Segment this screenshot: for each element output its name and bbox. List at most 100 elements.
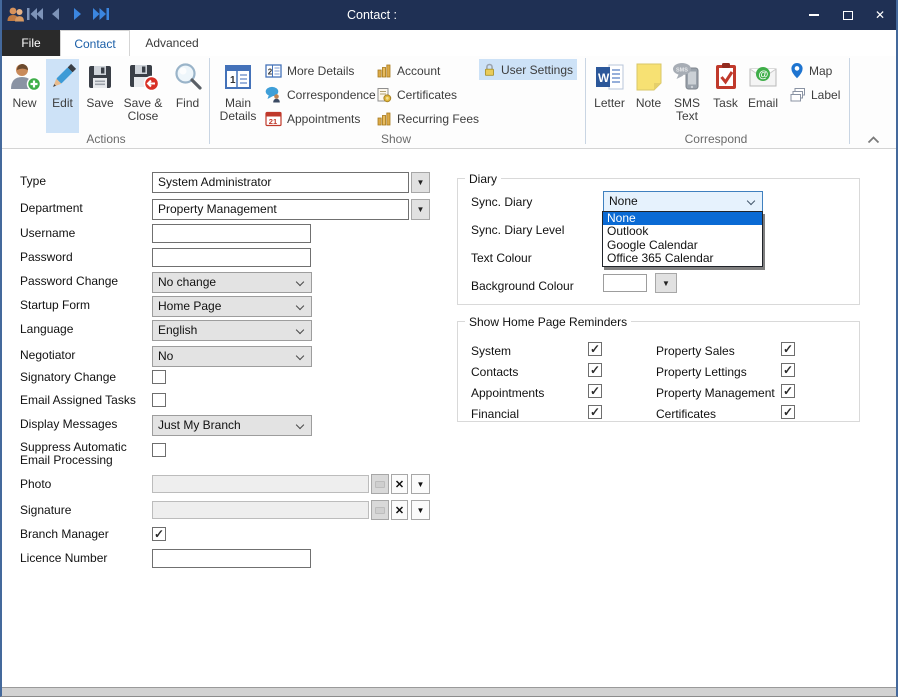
appointments-reminder-checkbox[interactable] [588, 384, 602, 398]
task-button[interactable]: Task [708, 59, 743, 133]
chevron-down-icon [296, 278, 304, 286]
type-dropdown-button[interactable]: ▼ [411, 172, 430, 193]
map-button[interactable]: Map [786, 60, 836, 81]
edit-button[interactable]: Edit [46, 59, 79, 133]
reminders-group-title: Show Home Page Reminders [465, 315, 631, 329]
main-details-button[interactable]: 1 Main Details [215, 59, 261, 133]
sync-diary-combobox[interactable]: None [603, 191, 763, 212]
label-button[interactable]: Label [786, 84, 844, 105]
property-management-checkbox[interactable] [781, 384, 795, 398]
maximize-button[interactable] [832, 0, 864, 30]
contacts-label: Contacts [471, 365, 518, 379]
chevron-down-icon [296, 421, 304, 429]
recurring-fees-icon [376, 111, 392, 127]
photo-options-button[interactable]: ▼ [411, 474, 430, 494]
department-dropdown-button[interactable]: ▼ [411, 199, 430, 220]
certificates-reminder-checkbox[interactable] [781, 405, 795, 419]
sms-text-button[interactable]: SMS SMS Text [667, 59, 707, 133]
contacts-checkbox[interactable] [588, 363, 602, 377]
tab-file[interactable]: File [2, 30, 60, 56]
chevron-down-icon [296, 352, 304, 360]
collapse-ribbon-button[interactable] [866, 132, 881, 150]
chevron-up-icon [866, 135, 881, 145]
letter-button[interactable]: W Letter [590, 59, 629, 133]
nav-next-button[interactable] [71, 7, 91, 23]
contact-window: Contact : ✕ File Contact Advanced New Ed… [0, 0, 898, 697]
user-settings-button[interactable]: User Settings [479, 59, 577, 80]
appointments-button[interactable]: 21 Appointments [261, 108, 364, 129]
signature-label: Signature [20, 504, 146, 517]
save-and-close-button[interactable]: Save & Close [119, 59, 167, 133]
language-label: Language [20, 323, 146, 336]
photo-browse-button[interactable] [371, 474, 389, 494]
new-button[interactable]: New [6, 59, 43, 133]
password-input[interactable] [152, 248, 311, 267]
property-lettings-label: Property Lettings [656, 365, 747, 379]
sync-diary-level-label: Sync. Diary Level [471, 223, 564, 237]
photo-clear-button[interactable]: ✕ [391, 474, 408, 494]
signatory-change-checkbox[interactable] [152, 370, 166, 384]
display-messages-dropdown[interactable]: Just My Branch [152, 415, 312, 436]
signature-browse-button[interactable] [371, 500, 389, 520]
group-label-correspond: Correspond [590, 132, 842, 146]
username-label: Username [20, 227, 146, 240]
nav-last-button[interactable] [92, 7, 112, 23]
password-change-label: Password Change [20, 275, 146, 288]
sync-diary-option[interactable]: None [603, 212, 762, 225]
type-label: Type [20, 175, 146, 188]
recurring-fees-button[interactable]: Recurring Fees [372, 108, 483, 129]
more-details-button[interactable]: 2 More Details [261, 60, 358, 81]
property-sales-label: Property Sales [656, 344, 735, 358]
note-button[interactable]: Note [631, 59, 666, 133]
signature-options-button[interactable]: ▼ [411, 500, 430, 520]
account-button[interactable]: Account [372, 60, 444, 81]
sync-diary-option[interactable]: Office 365 Calendar [603, 252, 762, 265]
task-clipboard-icon [710, 61, 742, 93]
close-button[interactable]: ✕ [864, 0, 896, 30]
tab-contact[interactable]: Contact [60, 30, 130, 56]
nav-first-button[interactable] [26, 7, 46, 23]
tab-advanced[interactable]: Advanced [130, 30, 214, 56]
titlebar: Contact : ✕ [0, 0, 898, 30]
sync-diary-option[interactable]: Outlook [603, 225, 762, 238]
department-combobox[interactable]: Property Management [152, 199, 409, 220]
minimize-button[interactable] [798, 0, 830, 30]
property-sales-checkbox[interactable] [781, 342, 795, 356]
save-button[interactable]: Save [83, 59, 117, 133]
branch-manager-checkbox[interactable] [152, 527, 166, 541]
find-button[interactable]: Find [169, 59, 206, 133]
background-colour-dropdown-button[interactable]: ▼ [655, 273, 677, 293]
property-management-label: Property Management [656, 386, 775, 400]
svg-text:@: @ [759, 70, 769, 81]
type-combobox[interactable]: System Administrator [152, 172, 409, 193]
nav-previous-button[interactable] [50, 7, 70, 23]
suppress-auto-email-label: Suppress Automatic Email Processing [20, 441, 146, 467]
correspondence-button[interactable]: Correspondence [261, 84, 380, 105]
property-lettings-checkbox[interactable] [781, 363, 795, 377]
licence-number-input[interactable] [152, 549, 311, 568]
system-checkbox[interactable] [588, 342, 602, 356]
chevron-down-icon [296, 326, 304, 334]
certificates-button[interactable]: Certificates [372, 84, 461, 105]
startup-form-dropdown[interactable]: Home Page [152, 296, 312, 317]
startup-form-label: Startup Form [20, 299, 146, 312]
email-button[interactable]: @ Email [744, 59, 782, 133]
email-assigned-tasks-checkbox[interactable] [152, 393, 166, 407]
password-change-dropdown[interactable]: No change [152, 272, 312, 293]
negotiator-dropdown[interactable]: No [152, 346, 312, 367]
account-icon [376, 63, 392, 79]
username-input[interactable] [152, 224, 311, 243]
password-label: Password [20, 251, 146, 264]
svg-text:1: 1 [230, 75, 236, 86]
signature-clear-button[interactable]: ✕ [391, 500, 408, 520]
sync-diary-option[interactable]: Google Calendar [603, 239, 762, 252]
user-settings-panel: Type System Administrator ▼ Department P… [2, 150, 898, 686]
appointments-reminder-label: Appointments [471, 386, 544, 400]
save-close-icon [127, 61, 159, 93]
language-dropdown[interactable]: English [152, 320, 312, 341]
financial-checkbox[interactable] [588, 405, 602, 419]
word-letter-icon: W [594, 61, 626, 93]
background-colour-field[interactable] [603, 274, 647, 292]
suppress-auto-email-checkbox[interactable] [152, 443, 166, 457]
window-bottom-edge [2, 687, 896, 696]
